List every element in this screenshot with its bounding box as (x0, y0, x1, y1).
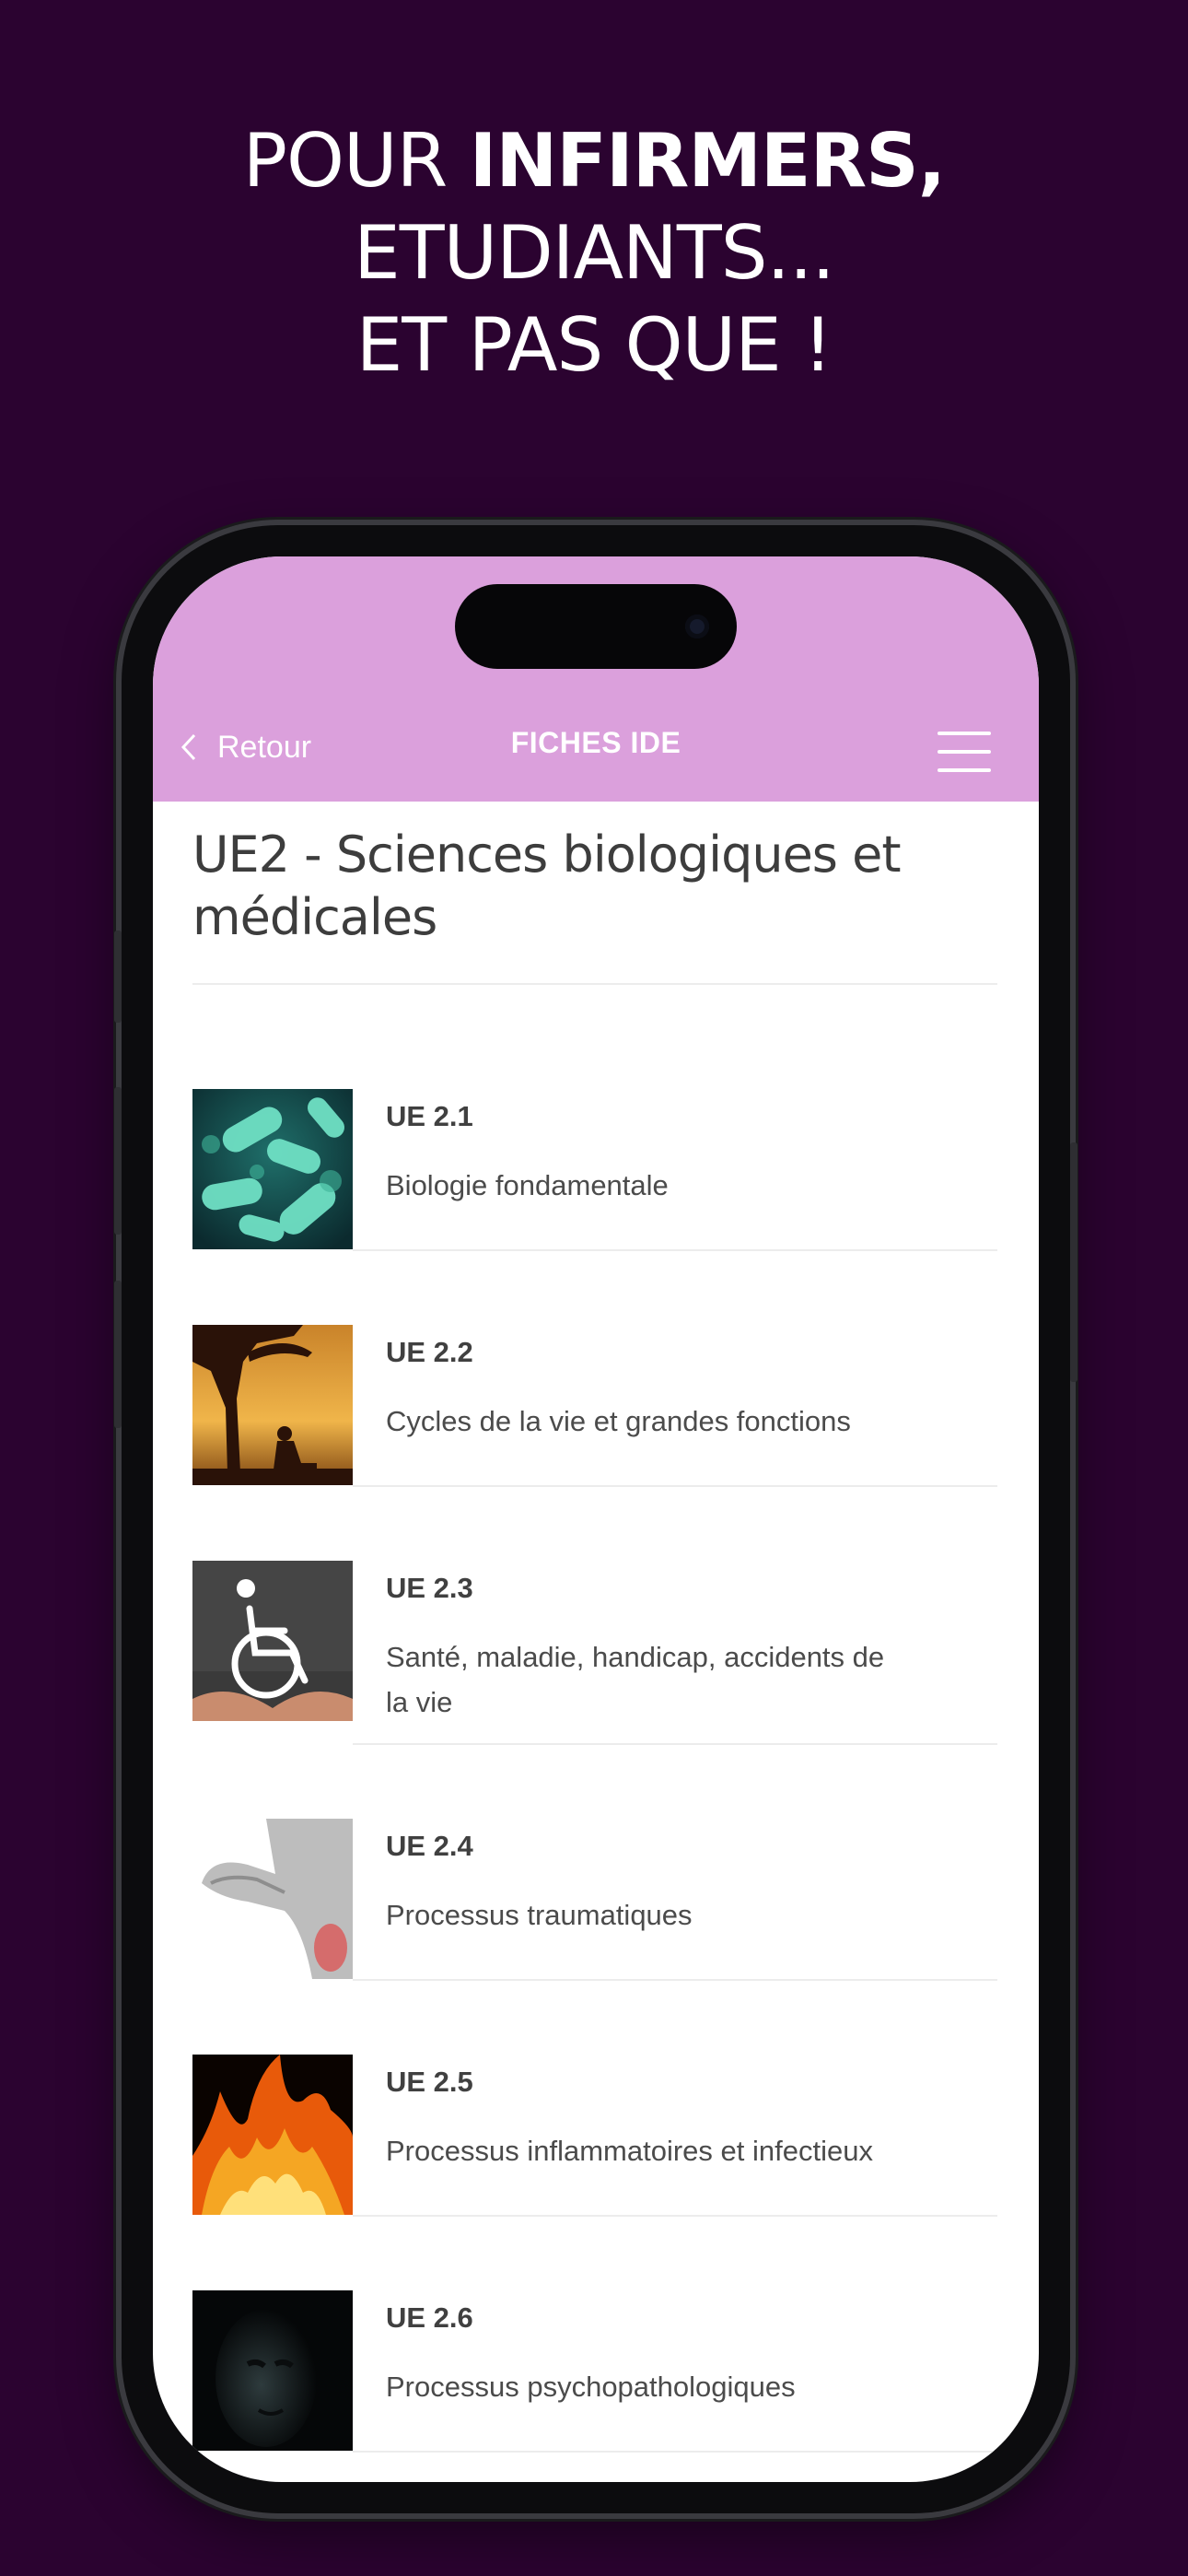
nav-title: FICHES IDE (510, 726, 681, 759)
wheelchair-thumbnail (192, 1561, 353, 1721)
course-list: UE 2.1 Biologie fondamentale UE 2.2 Cycl… (192, 1089, 997, 2453)
dark-face-thumbnail (192, 2290, 353, 2451)
item-code: UE 2.5 (386, 2066, 473, 2098)
list-item-ue-2-1[interactable]: UE 2.1 Biologie fondamentale (192, 1089, 997, 1251)
list-item-ue-2-2[interactable]: UE 2.2 Cycles de la vie et grandes fonct… (192, 1325, 997, 1487)
divider (353, 1743, 997, 1745)
headline: POUR INFIRMERS, ETUDIANTS... ET PAS QUE … (0, 115, 1188, 392)
navigation-bar: Retour FICHES IDE (153, 556, 1039, 802)
divider (353, 1485, 997, 1487)
divider (353, 2451, 997, 2453)
headline-line-1: POUR INFIRMERS, (0, 115, 1188, 207)
tree-silhouette-thumbnail (192, 1325, 353, 1485)
list-item-ue-2-6[interactable]: UE 2.6 Processus psychopathologiques (192, 2290, 997, 2453)
page-title: UE2 - Sciences biologiques et médicales (192, 825, 902, 946)
item-code: UE 2.6 (386, 2301, 473, 2334)
divider (353, 2215, 997, 2217)
phone-side-button (114, 931, 122, 1023)
list-item-ue-2-5[interactable]: UE 2.5 Processus inflammatoires et infec… (192, 2055, 997, 2217)
list-item-ue-2-3[interactable]: UE 2.3 Santé, maladie, handicap, acciden… (192, 1561, 997, 1745)
power-button (1070, 1142, 1077, 1382)
menu-button[interactable] (938, 732, 991, 772)
item-label: Processus psychopathologiques (386, 2371, 796, 2403)
back-pain-thumbnail (192, 1819, 353, 1979)
headline-bold: INFIRMERS, (469, 118, 947, 204)
dynamic-island (455, 584, 737, 669)
item-label: Processus traumatiques (386, 1899, 693, 1931)
list-item-ue-2-4[interactable]: UE 2.4 Processus traumatiques (192, 1819, 997, 1981)
item-label: Biologie fondamentale (386, 1169, 669, 1201)
fire-thumbnail (192, 2055, 353, 2215)
headline-line-3: ET PAS QUE ! (355, 302, 833, 388)
divider (353, 1979, 997, 1981)
phone-screen: Retour FICHES IDE UE2 - Sciences biologi… (153, 556, 1039, 2482)
volume-down-button (114, 1281, 122, 1428)
menu-icon (938, 732, 991, 735)
headline-line-2: ETUDIANTS... (354, 210, 835, 296)
volume-up-button (114, 1087, 122, 1235)
item-label: Santé, maladie, handicap, accidents de l… (386, 1641, 885, 1718)
item-code: UE 2.2 (386, 1336, 473, 1368)
item-label: Cycles de la vie et grandes fonctions (386, 1405, 851, 1437)
camera-icon (685, 615, 709, 638)
headline-prefix: POUR (242, 118, 470, 204)
bacteria-thumbnail (192, 1089, 353, 1249)
item-label: Processus inflammatoires et infectieux (386, 2135, 873, 2167)
item-code: UE 2.3 (386, 1572, 473, 1604)
item-code: UE 2.4 (386, 1830, 473, 1862)
item-code: UE 2.1 (386, 1100, 473, 1132)
divider (353, 1249, 997, 1251)
divider (192, 983, 997, 985)
